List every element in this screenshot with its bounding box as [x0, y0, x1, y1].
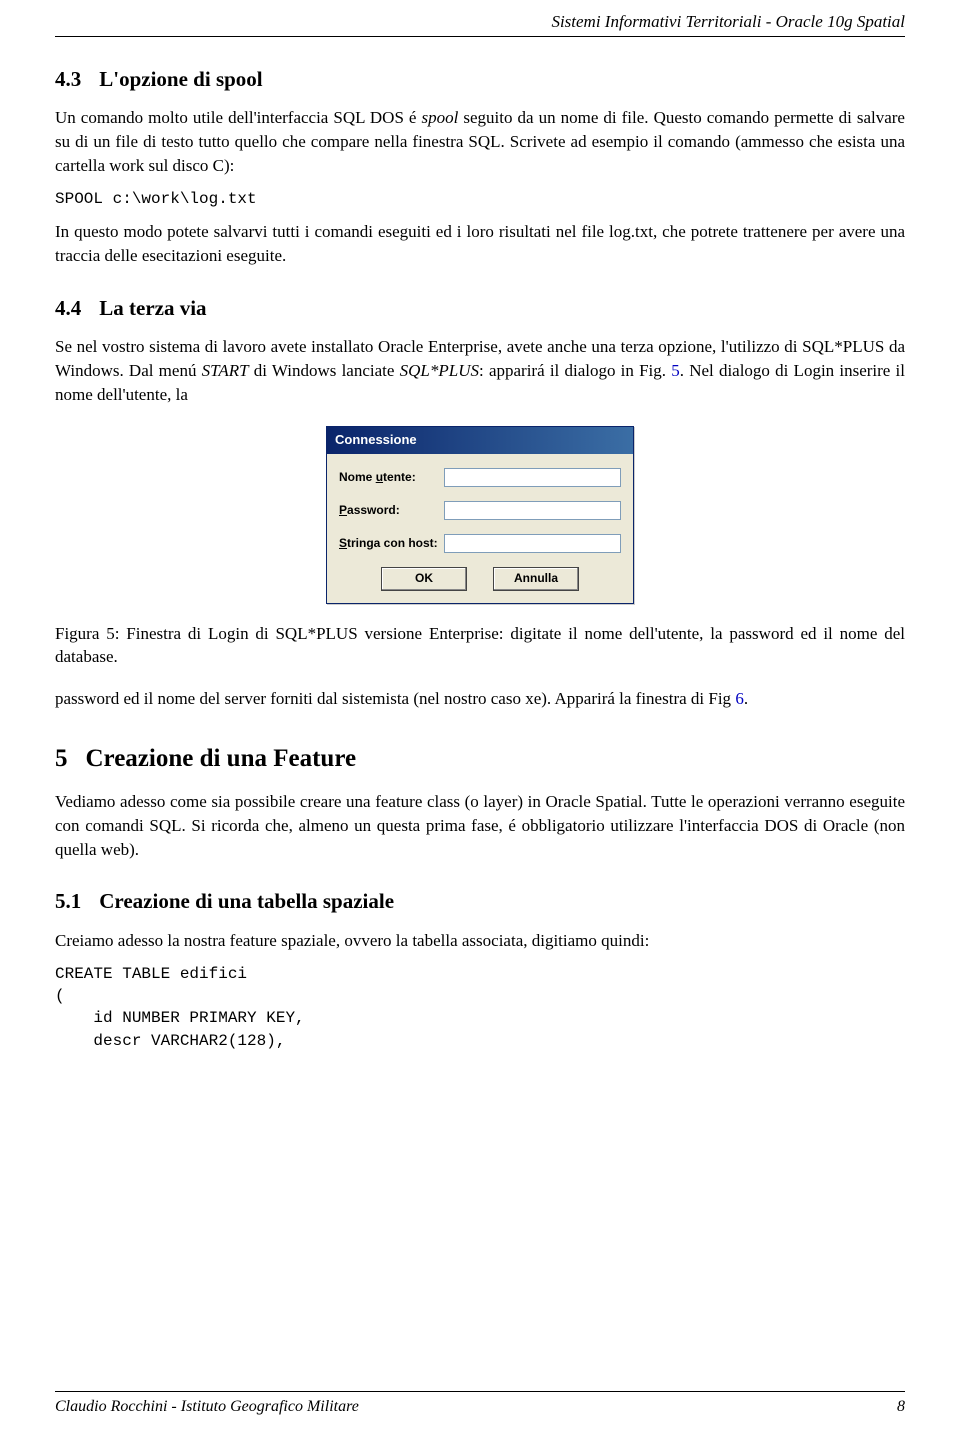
accelerator: P [339, 503, 347, 517]
page-header: Sistemi Informativi Territoriali - Oracl… [55, 0, 905, 37]
section-number: 4.3 [55, 67, 81, 91]
figure-5-caption: Figura 5: Finestra di Login di SQL*PLUS … [55, 622, 905, 670]
section-title: La terza via [99, 296, 206, 320]
text: password ed il nome del server forniti d… [55, 689, 735, 708]
dialog-titlebar: Connessione [327, 427, 633, 453]
section-number: 5 [55, 745, 68, 772]
section-4-3-heading: 4.3 L'opzione di spool [55, 65, 905, 94]
code-block: SPOOL c:\work\log.txt [55, 188, 905, 210]
paragraph: Creiamo adesso la nostra feature spazial… [55, 929, 905, 953]
dialog-buttons: OK Annulla [339, 567, 621, 591]
password-row: Password: [339, 501, 621, 520]
italic-text: START [202, 361, 249, 380]
section-number: 5.1 [55, 889, 81, 913]
cancel-button[interactable]: Annulla [493, 567, 579, 591]
text: Nome [339, 470, 376, 484]
italic-text: spool [422, 108, 459, 127]
paragraph: password ed il nome del server forniti d… [55, 687, 905, 711]
paragraph: Un comando molto utile dell'interfaccia … [55, 106, 905, 177]
ok-button[interactable]: OK [381, 567, 467, 591]
text: tente: [383, 470, 416, 484]
figure-5: Connessione Nome utente: Password: Strin… [55, 426, 905, 603]
code-block: CREATE TABLE edifici ( id NUMBER PRIMARY… [55, 963, 905, 1053]
section-title: Creazione di una Feature [86, 745, 357, 772]
paragraph: Se nel vostro sistema di lavoro avete in… [55, 335, 905, 406]
italic-text: SQL*PLUS [400, 361, 479, 380]
dialog-body: Nome utente: Password: Stringa con host:… [327, 454, 633, 603]
section-title: Creazione di una tabella spaziale [99, 889, 394, 913]
figure-link[interactable]: 6 [735, 689, 744, 708]
page-number: 8 [897, 1396, 905, 1418]
accelerator: u [376, 470, 383, 484]
username-input[interactable] [444, 468, 621, 487]
text: di Windows lanciate [249, 361, 400, 380]
username-row: Nome utente: [339, 468, 621, 487]
page-footer: Claudio Rocchini - Istituto Geografico M… [55, 1391, 905, 1418]
login-dialog: Connessione Nome utente: Password: Strin… [326, 426, 634, 603]
accelerator: S [339, 536, 347, 550]
text: Un comando molto utile dell'interfaccia … [55, 108, 422, 127]
figure-link[interactable]: 5 [671, 361, 680, 380]
section-5-heading: 5 Creazione di una Feature [55, 741, 905, 776]
section-5-1-heading: 5.1 Creazione di una tabella spaziale [55, 887, 905, 916]
username-label: Nome utente: [339, 469, 444, 486]
footer-author: Claudio Rocchini - Istituto Geografico M… [55, 1396, 359, 1418]
text: tringa con host: [347, 536, 438, 550]
section-4-4-heading: 4.4 La terza via [55, 294, 905, 323]
password-input[interactable] [444, 501, 621, 520]
section-number: 4.4 [55, 296, 81, 320]
text: assword: [347, 503, 400, 517]
hoststring-label: Stringa con host: [339, 535, 444, 552]
paragraph: In questo modo potete salvarvi tutti i c… [55, 220, 905, 268]
text: . [744, 689, 748, 708]
text: : apparirá il dialogo in Fig. [479, 361, 671, 380]
hoststring-row: Stringa con host: [339, 534, 621, 553]
hoststring-input[interactable] [444, 534, 621, 553]
password-label: Password: [339, 502, 444, 519]
section-title: L'opzione di spool [99, 67, 262, 91]
paragraph: Vediamo adesso come sia possibile creare… [55, 790, 905, 861]
